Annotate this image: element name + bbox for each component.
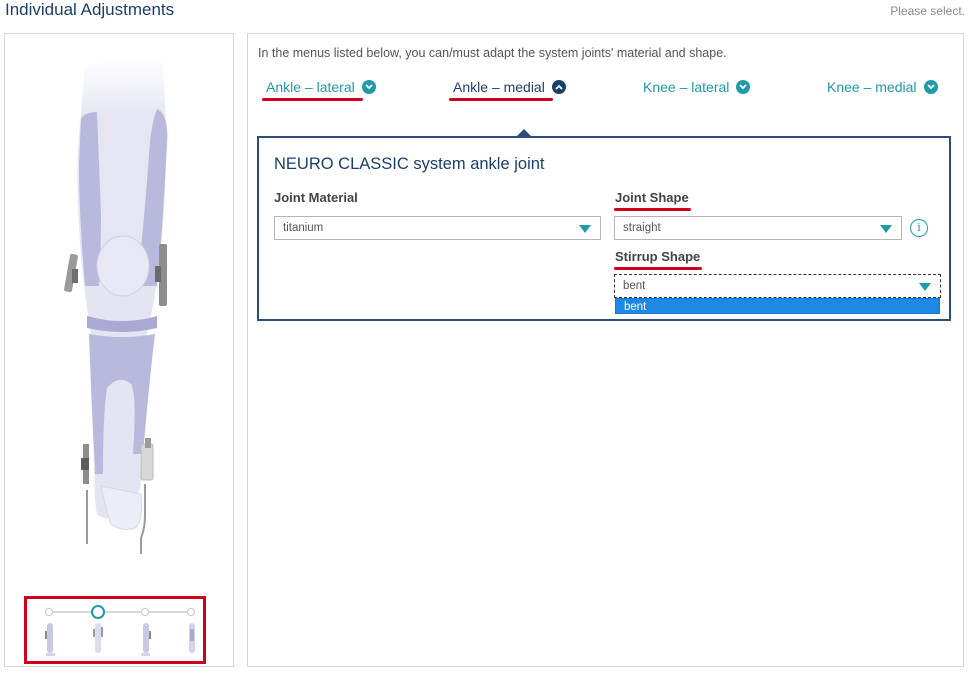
view-slider-track[interactable] — [47, 611, 191, 613]
preview-panel — [4, 33, 234, 667]
joint-shape-label: Joint Shape — [614, 190, 691, 211]
view-slider-handle[interactable] — [91, 605, 105, 619]
chevron-down-icon — [923, 80, 938, 94]
card-title: NEURO CLASSIC system ankle joint — [274, 155, 545, 173]
annotation-underline — [262, 98, 363, 101]
view-slider-stop-3[interactable] — [141, 608, 149, 616]
tab-label: Knee – lateral — [643, 79, 730, 95]
tab-label: Ankle – lateral — [266, 79, 355, 95]
view-selector[interactable] — [24, 596, 206, 664]
tab-knee-lateral[interactable]: Knee – lateral — [643, 79, 751, 95]
tab-ankle-medial[interactable]: Ankle – medial — [449, 79, 566, 101]
orthosis-illustration — [64, 59, 168, 554]
stirrup-shape-label: Stirrup Shape — [614, 249, 703, 270]
caret-down-icon — [579, 225, 591, 233]
joint-material-label: Joint Material — [274, 190, 358, 205]
annotation-underline — [614, 208, 691, 211]
joint-shape-select[interactable]: straight — [614, 216, 902, 240]
view-thumbnail-4[interactable] — [185, 621, 199, 659]
annotation-underline — [614, 267, 703, 270]
joint-material-select[interactable]: titanium — [274, 216, 601, 240]
stirrup-shape-option[interactable]: bent — [615, 298, 940, 314]
info-icon[interactable]: i — [910, 219, 928, 237]
select-value: titanium — [283, 222, 324, 234]
instructions-text: In the menus listed below, you can/must … — [258, 46, 727, 60]
view-thumbnail-3[interactable] — [139, 621, 153, 659]
tab-label: Ankle – medial — [453, 79, 545, 95]
view-thumbnail-1[interactable] — [43, 621, 57, 659]
card-pointer — [515, 129, 533, 138]
view-slider-stop-1[interactable] — [45, 608, 53, 616]
view-slider-stop-4[interactable] — [187, 608, 195, 616]
tab-ankle-lateral[interactable]: Ankle – lateral — [262, 79, 376, 101]
caret-down-icon — [919, 283, 931, 291]
stirrup-shape-select[interactable]: bent — [614, 274, 941, 298]
select-value: bent — [623, 280, 646, 292]
select-value: straight — [623, 222, 661, 234]
chevron-down-icon — [736, 80, 751, 94]
chevron-down-icon — [361, 80, 376, 94]
tab-label: Knee – medial — [827, 79, 917, 95]
page-title: Individual Adjustments — [5, 0, 175, 19]
adjustments-panel: In the menus listed below, you can/must … — [247, 33, 964, 667]
caret-down-icon — [880, 225, 892, 233]
ankle-joint-card: NEURO CLASSIC system ankle joint Joint M… — [257, 129, 951, 321]
chevron-up-icon — [551, 80, 566, 94]
tab-knee-medial[interactable]: Knee – medial — [827, 79, 938, 95]
view-thumbnail-2[interactable] — [91, 621, 105, 659]
annotation-underline — [449, 98, 553, 101]
hint-text: Please select. — [890, 4, 965, 18]
